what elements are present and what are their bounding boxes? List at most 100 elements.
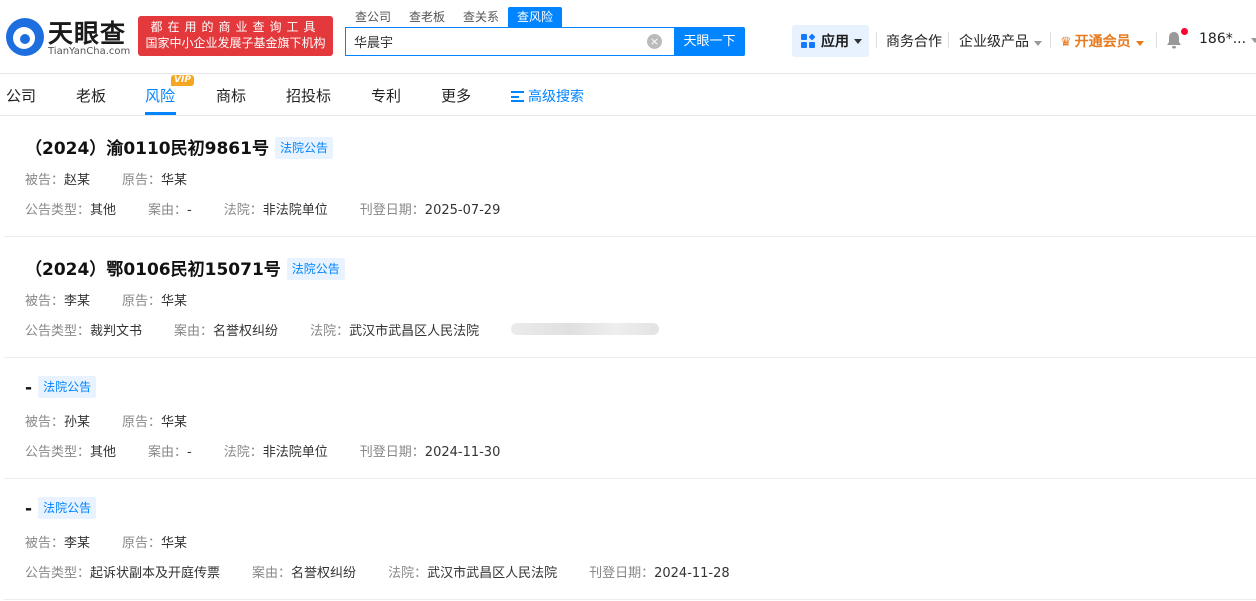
details-row: 公告类型：裁判文书 案由：名誉权纠纷 法院：武汉市武昌区人民法院 xyxy=(25,320,660,339)
apps-menu-button[interactable]: 应用 xyxy=(792,25,869,57)
publish-date-value: 2024-11-30 xyxy=(424,445,501,460)
advanced-search-link[interactable]: 高级搜索 xyxy=(511,86,584,106)
search-input[interactable] xyxy=(346,28,636,55)
list-item[interactable]: （2024）渝0110民初9861号 法院公告 被告：赵某 原告：华某 公告类型：… xyxy=(4,116,1256,237)
notice-type-field: 公告类型：其他 xyxy=(25,441,116,460)
open-vip-label: 开通会员 xyxy=(1074,34,1131,50)
logo[interactable]: 天眼查 TianYanCha.com xyxy=(6,14,130,60)
defendant-label: 被告： xyxy=(25,415,65,430)
tab-risk[interactable]: 查风险 xyxy=(508,7,563,27)
plaintiff-value: 华某 xyxy=(161,536,188,551)
plaintiff-value: 华某 xyxy=(161,294,188,309)
user-account-menu[interactable]: 186*... xyxy=(1199,31,1256,47)
court-label: 法院： xyxy=(388,566,428,581)
publish-date-label: 刊登日期： xyxy=(589,566,655,581)
case-title[interactable]: （2024）渝0110民初9861号 法院公告 xyxy=(25,134,333,159)
divider xyxy=(948,32,949,48)
publish-date-field: 刊登日期：2024-11-28 xyxy=(589,562,730,581)
parties-row: 被告：赵某 原告：华某 xyxy=(25,169,219,188)
cause-label: 案由： xyxy=(148,445,188,460)
defendant-label: 被告： xyxy=(25,173,65,188)
case-title[interactable]: - 法院公告 xyxy=(25,376,97,398)
plaintiff-value: 华某 xyxy=(161,415,188,430)
list-item[interactable]: - 法院公告 被告：李某 原告：华某 公告类型：起诉状副本及开庭传票 案由：名誉权… xyxy=(4,479,1256,600)
tab-company[interactable]: 查公司 xyxy=(346,7,400,27)
notice-type-value: 裁判文书 xyxy=(90,324,143,339)
slogan-line-2: 国家中小企业发展子基金旗下机构 xyxy=(145,36,326,50)
nav-patent[interactable]: 专利 xyxy=(371,85,401,106)
court-label: 法院： xyxy=(310,324,350,339)
list-item[interactable]: （2024）鄂0106民初15071号 法院公告 被告：李某 原告：华某 公告类型… xyxy=(4,237,1256,358)
advanced-search-label: 高级搜索 xyxy=(528,89,584,105)
nav-more[interactable]: 更多 xyxy=(441,85,471,106)
plaintiff-value: 华某 xyxy=(161,173,188,188)
cause-field: 案由：- xyxy=(148,441,192,460)
slogan-banner: 都在用的商业查询工具 国家中小企业发展子基金旗下机构 xyxy=(138,16,333,56)
plaintiff-label: 原告： xyxy=(122,536,162,551)
nav-risk[interactable]: 风险 xyxy=(145,85,175,106)
clear-icon[interactable]: × xyxy=(647,34,662,49)
notice-type-label: 公告类型： xyxy=(25,203,91,218)
chevron-down-icon xyxy=(1251,38,1256,43)
court-field: 法院：武汉市武昌区人民法院 xyxy=(310,320,479,339)
case-number: - xyxy=(25,378,33,398)
details-row: 公告类型：其他 案由：- 法院：非法院单位 刊登日期：2025-07-29 xyxy=(25,199,532,218)
court-value: 非法院单位 xyxy=(262,445,328,460)
nav-bidding[interactable]: 招投标 xyxy=(286,85,331,106)
divider xyxy=(1156,32,1157,48)
court-label: 法院： xyxy=(223,203,263,218)
enterprise-products-menu[interactable]: 企业级产品 xyxy=(959,31,1042,51)
notice-tag: 法院公告 xyxy=(274,137,333,159)
tab-relation[interactable]: 查关系 xyxy=(454,7,508,27)
notice-type-field: 公告类型：起诉状副本及开庭传票 xyxy=(25,562,220,581)
publish-date-label: 刊登日期： xyxy=(359,203,425,218)
defendant-label: 被告： xyxy=(25,536,65,551)
defendant-field: 被告：赵某 xyxy=(25,169,90,188)
user-phone: 186*... xyxy=(1199,31,1247,47)
search-button[interactable]: 天眼一下 xyxy=(674,27,745,56)
cause-field: 案由：- xyxy=(148,199,192,218)
crown-icon: ♛ xyxy=(1060,35,1072,50)
divider xyxy=(1050,32,1051,48)
slogan-line-1: 都在用的商业查询工具 xyxy=(150,20,321,34)
logo-domain: TianYanCha.com xyxy=(48,46,131,57)
notice-type-value: 其他 xyxy=(90,203,117,218)
details-row: 公告类型：其他 案由：- 法院：非法院单位 刊登日期：2024-11-30 xyxy=(25,441,532,460)
open-vip-menu[interactable]: ♛ 开通会员 xyxy=(1060,31,1144,51)
business-cooperation-link[interactable]: 商务合作 xyxy=(886,31,942,51)
enterprise-products-label: 企业级产品 xyxy=(959,34,1029,50)
court-field: 法院：非法院单位 xyxy=(224,199,328,218)
apps-label: 应用 xyxy=(821,34,849,50)
court-value: 武汉市武昌区人民法院 xyxy=(349,324,480,339)
nav-trademark[interactable]: 商标 xyxy=(216,85,246,106)
cause-label: 案由： xyxy=(174,324,214,339)
cause-value: - xyxy=(187,203,192,218)
case-title[interactable]: （2024）鄂0106民初15071号 法院公告 xyxy=(25,255,345,280)
defendant-field: 被告：孙某 xyxy=(25,411,90,430)
top-header: 天眼查 TianYanCha.com 都在用的商业查询工具 国家中小企业发展子基… xyxy=(0,0,1256,74)
notice-type-field: 公告类型：裁判文书 xyxy=(25,320,142,339)
chevron-down-icon xyxy=(854,38,862,44)
case-title[interactable]: - 法院公告 xyxy=(25,497,97,519)
nav-company[interactable]: 公司 xyxy=(6,85,36,106)
defendant-field: 被告：李某 xyxy=(25,290,90,309)
notification-dot xyxy=(1181,28,1188,35)
tab-boss[interactable]: 查老板 xyxy=(400,7,454,27)
notice-type-label: 公告类型： xyxy=(25,566,91,581)
divider xyxy=(876,32,877,48)
publish-date-field: 刊登日期：2024-11-30 xyxy=(360,441,501,460)
results-list: （2024）渝0110民初9861号 法院公告 被告：赵某 原告：华某 公告类型：… xyxy=(4,116,1256,601)
blurred-publish-date xyxy=(511,323,660,335)
filter-icon xyxy=(511,91,524,102)
chevron-down-icon xyxy=(1034,41,1042,46)
plaintiff-field: 原告：华某 xyxy=(122,532,187,551)
bell-icon[interactable] xyxy=(1166,31,1182,49)
plaintiff-label: 原告： xyxy=(122,294,162,309)
nav-boss[interactable]: 老板 xyxy=(76,85,106,106)
defendant-value: 李某 xyxy=(64,536,91,551)
publish-date-label: 刊登日期： xyxy=(359,445,425,460)
cause-label: 案由： xyxy=(252,566,292,581)
cause-field: 案由：名誉权纠纷 xyxy=(252,562,356,581)
court-field: 法院：武汉市武昌区人民法院 xyxy=(388,562,557,581)
list-item[interactable]: - 法院公告 被告：孙某 原告：华某 公告类型：其他 案由：- 法院：非法院单位 … xyxy=(4,358,1256,479)
